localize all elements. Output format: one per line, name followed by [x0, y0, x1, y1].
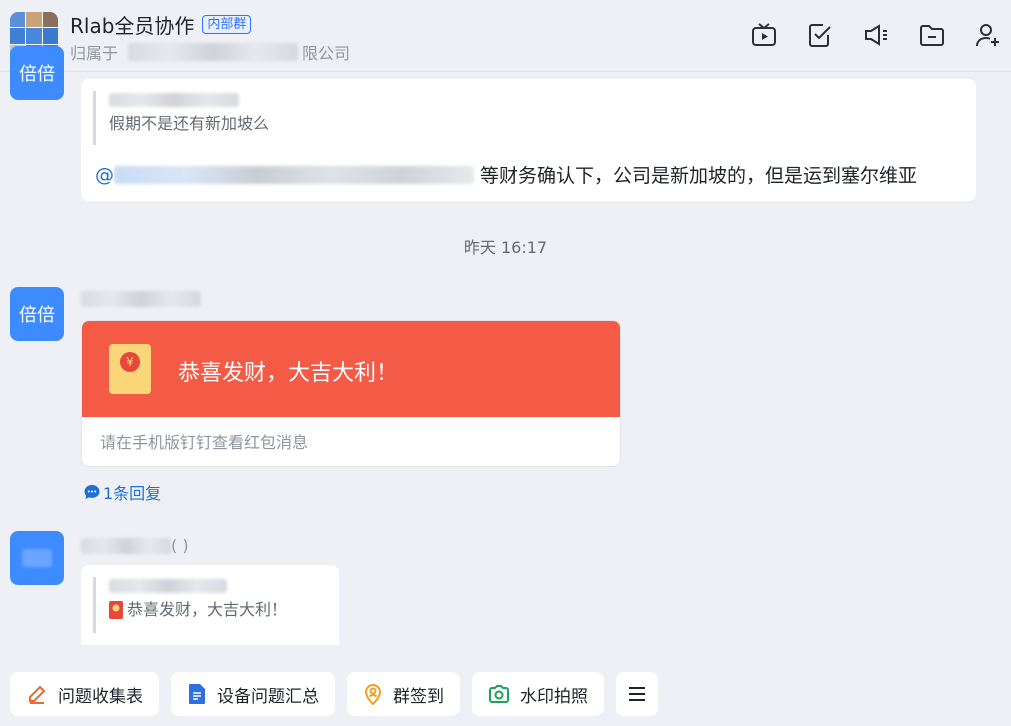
- shortcut-group-checkin[interactable]: 群签到: [347, 672, 460, 716]
- sender-name-suffix: ( ): [171, 536, 189, 555]
- owner-suffix: 限公司: [302, 44, 351, 63]
- header-toolbar: [747, 18, 1005, 52]
- add-member-icon[interactable]: [971, 18, 1005, 52]
- red-packet-header: ¥ 恭喜发财，大吉大利！: [82, 321, 620, 417]
- red-packet-note: 请在手机版钉钉查看红包消息: [100, 433, 309, 452]
- folder-icon[interactable]: [915, 18, 949, 52]
- location-pin-icon: [364, 684, 382, 705]
- sender-name: ( ): [81, 536, 189, 555]
- avatar-label: 倍倍: [19, 64, 55, 85]
- camera-icon: [489, 685, 509, 703]
- quoted-text: 假期不是还有新加坡么: [109, 114, 270, 133]
- reply-count: 1条回复: [103, 484, 162, 503]
- mention-redacted[interactable]: [114, 165, 474, 184]
- shortcut-label: 水印拍照: [520, 686, 588, 707]
- pencil-icon: [29, 685, 46, 704]
- mention-symbol[interactable]: @: [95, 164, 114, 186]
- message-body: @ 等财务确认下，公司是新加坡的，但是运到塞尔维亚: [95, 161, 917, 188]
- comment-bubble-icon: [84, 485, 100, 499]
- quoted-message[interactable]: 恭喜发财，大吉大利！: [93, 577, 287, 633]
- live-tv-icon[interactable]: [747, 18, 781, 52]
- chat-header: Rlab全员协作 内部群 归属于 限公司: [0, 0, 1011, 72]
- sender-name-redacted: [81, 537, 171, 554]
- group-title[interactable]: Rlab全员协作 内部群: [70, 10, 252, 39]
- message-bubble[interactable]: 恭喜发财，大吉大利！: [81, 565, 339, 645]
- quoted-message[interactable]: 假期不是还有新加坡么: [93, 91, 269, 145]
- red-packet-icon: [109, 601, 123, 619]
- thread-reply-link[interactable]: 1条回复: [83, 480, 161, 504]
- red-packet-title: 恭喜发财，大吉大利！: [178, 361, 399, 386]
- more-shortcuts-button[interactable]: [616, 672, 658, 716]
- quoted-sender-redacted: [109, 91, 269, 113]
- time-divider: 昨天 16:17: [463, 238, 548, 257]
- sender-name-redacted: [81, 291, 201, 307]
- group-owner[interactable]: 归属于 限公司: [70, 40, 350, 64]
- red-envelope-icon: ¥: [109, 344, 151, 394]
- announcement-speaker-icon[interactable]: [859, 18, 893, 52]
- todo-check-icon[interactable]: [803, 18, 837, 52]
- yuan-seal-icon: ¥: [120, 352, 140, 372]
- red-packet-card[interactable]: ¥ 恭喜发财，大吉大利！ 请在手机版钉钉查看红包消息: [81, 320, 621, 467]
- shortcut-bar: 问题收集表 设备问题汇总 群签到 水印拍照: [10, 672, 658, 716]
- sender-avatar[interactable]: 倍倍: [10, 287, 64, 341]
- message-text: 等财务确认下，公司是新加坡的，但是运到塞尔维亚: [480, 165, 918, 187]
- shortcut-device-summary[interactable]: 设备问题汇总: [171, 672, 335, 716]
- shortcut-issue-form[interactable]: 问题收集表: [10, 672, 159, 716]
- owner-redacted: [128, 43, 299, 61]
- menu-icon: [629, 687, 645, 701]
- sender-avatar[interactable]: 倍倍: [10, 46, 64, 100]
- owner-prefix: 归属于: [70, 44, 119, 63]
- shortcut-label: 群签到: [393, 686, 444, 707]
- document-icon: [189, 684, 205, 704]
- avatar-label: 倍倍: [19, 305, 55, 326]
- shortcut-watermark-photo[interactable]: 水印拍照: [472, 672, 604, 716]
- quoted-text: 恭喜发财，大吉大利！: [127, 600, 288, 619]
- internal-group-badge: 内部群: [202, 15, 252, 34]
- sender-avatar[interactable]: [10, 531, 64, 585]
- message-bubble[interactable]: 假期不是还有新加坡么 @ 等财务确认下，公司是新加坡的，但是运到塞尔维亚: [81, 79, 976, 201]
- shortcut-label: 设备问题汇总: [217, 686, 319, 707]
- group-name: Rlab全员协作: [70, 14, 195, 38]
- avatar-redacted: [22, 549, 52, 567]
- quoted-sender-redacted: [109, 577, 287, 599]
- quoted-red-packet: 恭喜发财，大吉大利！: [109, 599, 287, 621]
- shortcut-label: 问题收集表: [58, 686, 143, 707]
